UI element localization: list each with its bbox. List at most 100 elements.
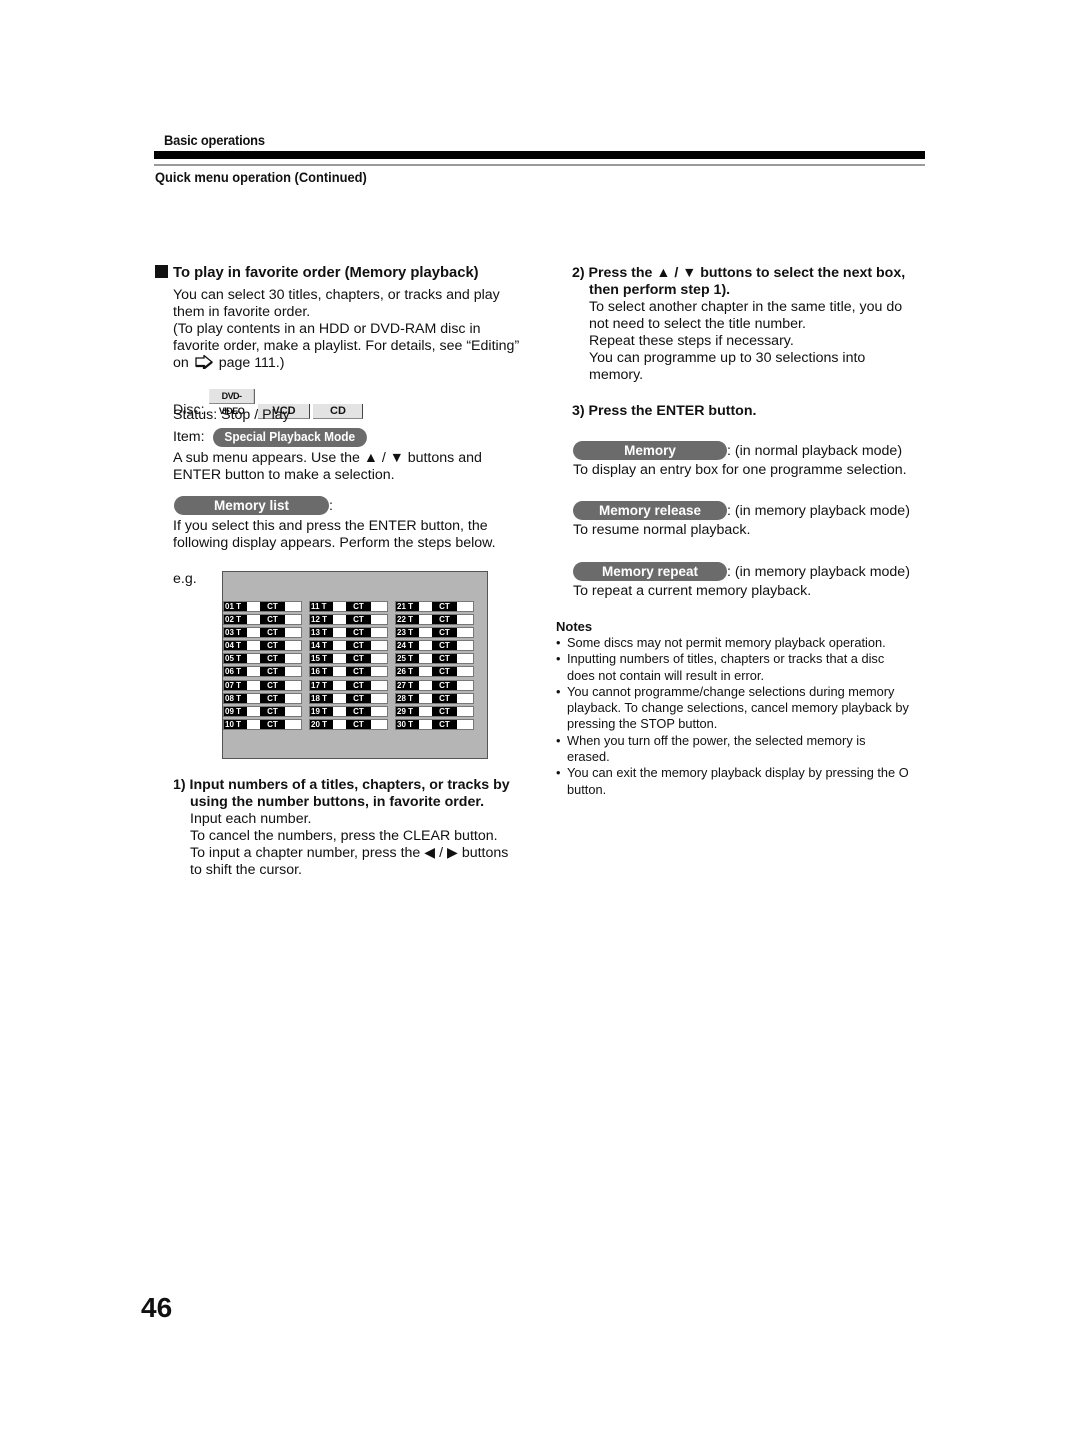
chapter-input-box[interactable] (371, 654, 387, 664)
chapter-input-box[interactable] (371, 667, 387, 677)
title-input-box[interactable] (333, 693, 346, 703)
title-input-box[interactable] (333, 654, 346, 664)
chapter-input-box[interactable] (457, 680, 473, 690)
title-input-box[interactable] (247, 706, 260, 716)
chapter-input-box[interactable] (285, 654, 301, 664)
memory-entry-row[interactable]: 20 T CT (309, 718, 388, 730)
chapter-input-box[interactable] (285, 706, 301, 716)
title-input-box[interactable] (419, 641, 432, 651)
memory-list-pill[interactable]: Memory list (174, 496, 329, 515)
memory-entry-row[interactable]: 13 T CT (309, 627, 388, 639)
title-input-box[interactable] (333, 706, 346, 716)
chapter-input-box[interactable] (457, 706, 473, 716)
memory-entry-row[interactable]: 21 T CT (395, 601, 474, 612)
chapter-input-box[interactable] (371, 628, 387, 638)
title-input-box[interactable] (247, 667, 260, 677)
title-input-box[interactable] (333, 641, 346, 651)
title-input-box[interactable] (333, 680, 346, 690)
memory-pill[interactable]: Memory (573, 441, 727, 460)
chapter-input-box[interactable] (285, 602, 301, 611)
chapter-input-box[interactable] (285, 628, 301, 638)
title-input-box[interactable] (247, 602, 260, 611)
memory-entry-row[interactable]: 19 T CT (309, 705, 388, 717)
memory-entry-row[interactable]: 30 T CT (395, 718, 474, 730)
memory-entry-row[interactable]: 06 T CT (223, 666, 302, 678)
chapter-input-box[interactable] (285, 719, 301, 729)
memory-entry-row[interactable]: 14 T CT (309, 640, 388, 652)
memory-repeat-pill[interactable]: Memory repeat (573, 562, 727, 581)
chapter-input-box[interactable] (457, 628, 473, 638)
chapter-input-box[interactable] (371, 719, 387, 729)
title-input-box[interactable] (247, 693, 260, 703)
page-number: 46 (141, 1292, 173, 1323)
chapter-input-box[interactable] (285, 641, 301, 651)
title-input-box[interactable] (333, 667, 346, 677)
title-input-box[interactable] (247, 680, 260, 690)
memory-entry-row[interactable]: 22 T CT (395, 614, 474, 626)
chapter-input-box[interactable] (371, 602, 387, 611)
title-input-box[interactable] (333, 615, 346, 625)
title-input-box[interactable] (247, 615, 260, 625)
title-input-box[interactable] (419, 693, 432, 703)
memory-release-pill[interactable]: Memory release (573, 501, 727, 520)
chapter-input-box[interactable] (285, 615, 301, 625)
memory-entry-row[interactable]: 18 T CT (309, 692, 388, 704)
title-input-box[interactable] (419, 667, 432, 677)
title-input-box[interactable] (247, 641, 260, 651)
chapter-input-box[interactable] (371, 706, 387, 716)
memory-entry-row[interactable]: 12 T CT (309, 614, 388, 626)
memory-entry-row[interactable]: 15 T CT (309, 653, 388, 665)
chapter-input-box[interactable] (285, 680, 301, 690)
memory-entry-row[interactable]: 26 T CT (395, 666, 474, 678)
chapter-input-box[interactable] (457, 641, 473, 651)
memory-entry-row[interactable]: 16 T CT (309, 666, 388, 678)
title-input-box[interactable] (333, 602, 346, 611)
page-reference-link[interactable]: page 111.) (219, 355, 285, 371)
title-input-box[interactable] (247, 628, 260, 638)
title-input-box[interactable] (247, 654, 260, 664)
title-input-box[interactable] (419, 719, 432, 729)
title-input-box[interactable] (333, 628, 346, 638)
memory-entry-row[interactable]: 05 T CT (223, 653, 302, 665)
chapter-input-box[interactable] (457, 654, 473, 664)
special-playback-mode-pill[interactable]: Special Playback Mode (212, 428, 366, 447)
chapter-input-box[interactable] (371, 615, 387, 625)
memory-entry-row[interactable]: 11 T CT (309, 601, 388, 612)
memory-entry-row[interactable]: 04 T CT (223, 640, 302, 652)
chapter-input-box[interactable] (457, 719, 473, 729)
memory-entry-row[interactable]: 02 T CT (223, 614, 302, 626)
memory-entry-row[interactable]: 23 T CT (395, 627, 474, 639)
chapter-input-box[interactable] (371, 641, 387, 651)
chapter-input-box[interactable] (457, 602, 473, 611)
memory-entry-row[interactable]: 09 T CT (223, 705, 302, 717)
chapter-input-box[interactable] (285, 693, 301, 703)
memory-list-display: 01 T CT 02 T CT 03 T CT 04 T CT 05 T CT 06 T CT 07 T… (222, 571, 488, 759)
title-input-box[interactable] (419, 680, 432, 690)
title-input-box[interactable] (419, 654, 432, 664)
memory-entry-row[interactable]: 27 T CT (395, 679, 474, 691)
memory-entry-row[interactable]: 29 T CT (395, 705, 474, 717)
memory-entry-row[interactable]: 17 T CT (309, 679, 388, 691)
title-input-box[interactable] (419, 628, 432, 638)
memory-entry-row[interactable]: 28 T CT (395, 692, 474, 704)
title-input-box[interactable] (419, 615, 432, 625)
title-input-box[interactable] (247, 719, 260, 729)
memory-entry-row[interactable]: 25 T CT (395, 653, 474, 665)
title-input-box[interactable] (419, 602, 432, 611)
title-input-box[interactable] (333, 719, 346, 729)
entry-number-label: 19 T (310, 706, 333, 716)
chapter-input-box[interactable] (371, 693, 387, 703)
title-input-box[interactable] (419, 706, 432, 716)
memory-entry-row[interactable]: 07 T CT (223, 679, 302, 691)
chapter-input-box[interactable] (457, 667, 473, 677)
memory-entry-row[interactable]: 24 T CT (395, 640, 474, 652)
chapter-label: CT (260, 719, 285, 729)
chapter-input-box[interactable] (371, 680, 387, 690)
chapter-input-box[interactable] (457, 615, 473, 625)
memory-entry-row[interactable]: 03 T CT (223, 627, 302, 639)
chapter-input-box[interactable] (285, 667, 301, 677)
memory-entry-row[interactable]: 01 T CT (223, 601, 302, 612)
chapter-input-box[interactable] (457, 693, 473, 703)
memory-entry-row[interactable]: 08 T CT (223, 692, 302, 704)
memory-entry-row[interactable]: 10 T CT (223, 718, 302, 730)
